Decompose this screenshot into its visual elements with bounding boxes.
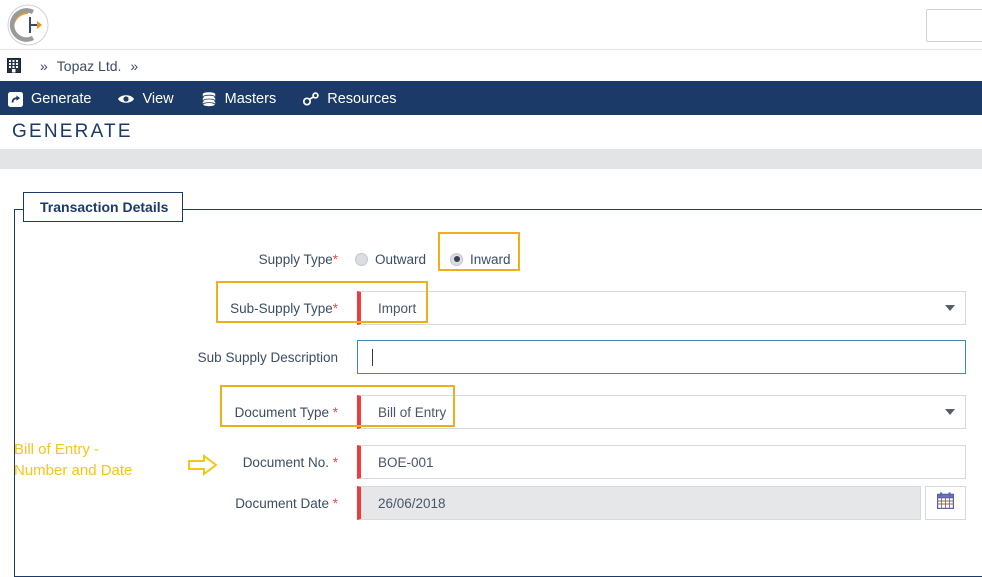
nav-item-masters[interactable]: Masters bbox=[200, 83, 277, 115]
radio-option-outward[interactable]: Outward bbox=[355, 252, 426, 267]
sub-supply-type-value: Import bbox=[378, 300, 417, 316]
page-title-bar: GENERATE bbox=[0, 115, 982, 149]
annotation-bill-of-entry: Bill of Entry - Number and Date bbox=[14, 441, 133, 479]
database-icon bbox=[200, 91, 218, 107]
label-document-type: Document Type * bbox=[234, 404, 338, 420]
building-icon[interactable] bbox=[7, 58, 21, 73]
label-sub-supply-type: Sub-Supply Type* bbox=[230, 300, 338, 316]
radio-label-outward: Outward bbox=[375, 251, 427, 267]
radio-dot-outward[interactable] bbox=[355, 252, 368, 266]
calendar-icon bbox=[936, 492, 955, 514]
generate-icon bbox=[6, 91, 24, 107]
text-cursor bbox=[372, 348, 373, 366]
link-icon bbox=[302, 91, 320, 107]
row-document-date: Document Date * 26/06/2018 bbox=[0, 486, 982, 520]
transaction-details-legend: Transaction Details bbox=[23, 192, 184, 222]
calendar-picker-button[interactable] bbox=[925, 486, 966, 520]
supply-type-radio-group: Outward Inward bbox=[355, 252, 511, 267]
document-no-value: BOE-001 bbox=[378, 454, 434, 470]
row-document-no: Document No. * BOE-001 bbox=[0, 445, 982, 479]
document-type-select[interactable]: Bill of Entry bbox=[357, 395, 966, 429]
chevron-down-icon[interactable] bbox=[945, 305, 955, 311]
nav-label-masters: Masters bbox=[224, 91, 277, 107]
breadcrumb-separator-1: » bbox=[40, 57, 48, 74]
sub-supply-description-input[interactable] bbox=[357, 340, 966, 374]
main-navigation: Generate View Masters Resources bbox=[0, 83, 982, 115]
radio-label-inward: Inward bbox=[470, 251, 511, 267]
radio-option-inward[interactable]: Inward bbox=[450, 252, 511, 267]
radio-dot-inward[interactable] bbox=[450, 252, 464, 266]
document-type-value: Bill of Entry bbox=[378, 404, 447, 420]
top-right-panel[interactable] bbox=[926, 9, 982, 42]
nav-item-resources[interactable]: Resources bbox=[302, 83, 397, 115]
label-sub-supply-description: Sub Supply Description bbox=[197, 349, 338, 365]
company-logo bbox=[6, 3, 50, 47]
row-document-type: Document Type * Bill of Entry bbox=[0, 395, 982, 429]
nav-item-view[interactable]: View bbox=[117, 83, 174, 115]
eye-icon bbox=[117, 91, 135, 107]
label-supply-type: Supply Type* bbox=[258, 251, 338, 267]
arrow-right-icon bbox=[188, 453, 218, 482]
breadcrumb-separator-2: » bbox=[130, 57, 139, 74]
nav-label-view: View bbox=[142, 91, 174, 107]
row-supply-type: Supply Type* Outward Inward bbox=[0, 244, 982, 274]
nav-label-generate: Generate bbox=[31, 91, 92, 107]
label-document-date: Document Date * bbox=[235, 495, 338, 511]
nav-item-generate[interactable]: Generate bbox=[6, 83, 91, 115]
page-title: GENERATE bbox=[12, 121, 133, 142]
separator-band bbox=[0, 149, 982, 169]
sub-supply-type-select[interactable]: Import bbox=[357, 291, 966, 325]
document-no-input[interactable]: BOE-001 bbox=[357, 445, 966, 479]
nav-label-resources: Resources bbox=[327, 91, 397, 107]
document-date-value: 26/06/2018 bbox=[378, 495, 446, 511]
breadcrumb: » Topaz Ltd. » bbox=[0, 50, 982, 83]
row-sub-supply-description: Sub Supply Description bbox=[0, 340, 982, 374]
chevron-down-icon[interactable] bbox=[945, 409, 955, 415]
transaction-form: Transaction Details Supply Type* Outward… bbox=[0, 169, 982, 577]
breadcrumb-company[interactable]: Topaz Ltd. bbox=[57, 58, 122, 74]
row-sub-supply-type: Sub-Supply Type* Import bbox=[0, 291, 982, 325]
document-date-input[interactable]: 26/06/2018 bbox=[357, 486, 921, 520]
logo-bar bbox=[0, 0, 982, 50]
